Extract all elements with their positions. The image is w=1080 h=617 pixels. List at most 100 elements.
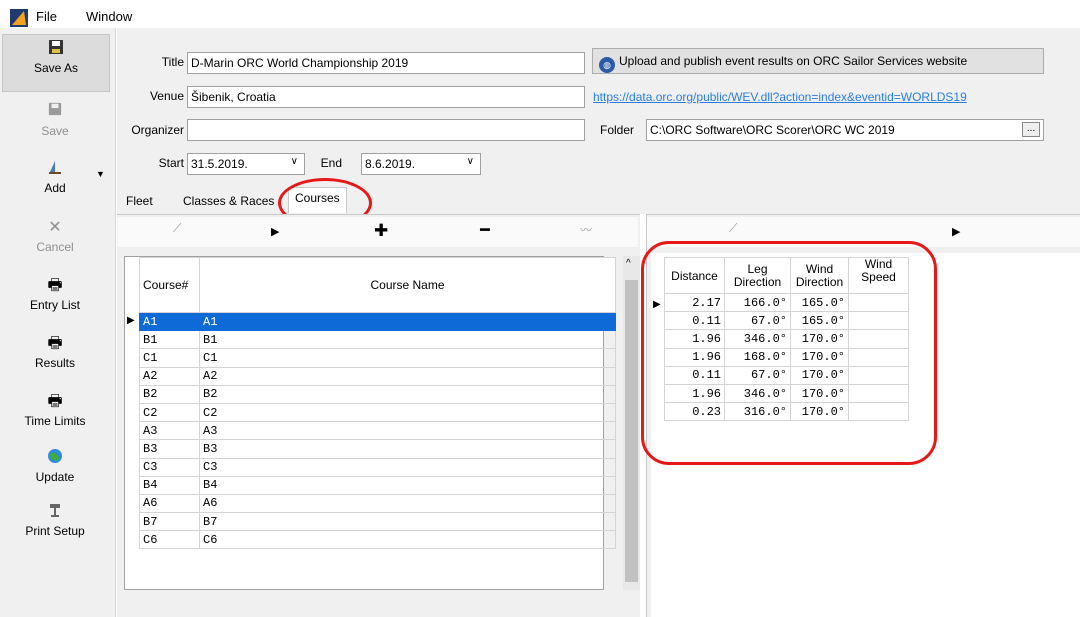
table-row[interactable]: B7 B7 (139, 512, 616, 532)
table-row[interactable]: C2 C2 (139, 402, 616, 423)
course-num-cell[interactable]: A2 (139, 366, 200, 386)
distance-cell[interactable]: 1.96 (664, 383, 725, 404)
add-button[interactable]: Add (0, 159, 110, 195)
table-row[interactable]: A3 A3 (139, 421, 616, 441)
cancel-button[interactable]: ✕ Cancel (0, 218, 110, 254)
course-name-cell[interactable]: B2 (199, 384, 616, 404)
leg-direction-cell[interactable]: 67.0° (724, 311, 791, 331)
table-row[interactable]: B4 B4 (139, 475, 616, 495)
leg-direction-header[interactable]: Leg Direction (724, 257, 791, 294)
tab-fleet[interactable]: Fleet (120, 191, 159, 213)
course-num-cell[interactable]: C2 (139, 402, 200, 423)
upload-results-button[interactable]: ◍ Upload and publish event results on ORC… (592, 48, 1044, 74)
course-num-cell[interactable]: A6 (139, 493, 200, 514)
table-row[interactable]: 2.17 166.0° 165.0° (664, 292, 909, 313)
course-num-header[interactable]: Course# (139, 257, 200, 313)
post-icon[interactable]: 〰 (580, 221, 592, 238)
distance-cell[interactable]: 0.11 (664, 311, 725, 331)
browse-folder-button[interactable]: ... (1022, 122, 1040, 137)
wind-direction-cell[interactable]: 165.0° (790, 311, 849, 331)
event-results-link[interactable]: https://data.orc.org/public/WEV.dll?acti… (593, 90, 967, 104)
course-num-cell[interactable]: A1 (139, 311, 200, 332)
tab-classes-races[interactable]: Classes & Races (177, 191, 280, 213)
wind-direction-cell[interactable]: 170.0° (790, 329, 849, 349)
course-name-cell[interactable]: C2 (199, 402, 616, 423)
leg-direction-cell[interactable]: 168.0° (724, 347, 791, 367)
entry-list-button[interactable]: 🖶 Entry List (0, 276, 110, 312)
wind-speed-header[interactable]: Wind Speed (848, 257, 909, 294)
print-setup-button[interactable]: Print Setup (0, 502, 110, 538)
add-dropdown-arrow-icon[interactable]: ▼ (96, 169, 105, 179)
chevron-down-icon[interactable]: ∨ (467, 156, 474, 167)
course-num-cell[interactable]: B3 (139, 439, 200, 459)
distance-header[interactable]: Distance (664, 257, 725, 294)
leg-direction-cell[interactable]: 316.0° (724, 402, 791, 422)
course-name-cell[interactable]: A6 (199, 493, 616, 514)
save-as-button[interactable]: Save As (2, 34, 110, 92)
table-row[interactable]: 1.96 168.0° 170.0° (664, 347, 909, 367)
course-name-cell[interactable]: A3 (199, 421, 616, 441)
course-name-cell[interactable]: B1 (199, 330, 616, 350)
course-num-cell[interactable]: B4 (139, 475, 200, 495)
organizer-field[interactable] (187, 119, 585, 141)
courses-scrollbar[interactable]: ^ (623, 256, 640, 590)
table-row[interactable]: 1.96 346.0° 170.0° (664, 383, 909, 404)
course-name-cell[interactable]: C3 (199, 457, 616, 477)
distance-cell[interactable]: 1.96 (664, 347, 725, 367)
menu-window[interactable]: Window (86, 9, 132, 24)
distance-cell[interactable]: 0.11 (664, 365, 725, 385)
leg-direction-cell[interactable]: 346.0° (724, 329, 791, 349)
title-field[interactable]: D-Marin ORC World Championship 2019 (187, 52, 585, 74)
course-name-cell[interactable]: C1 (199, 348, 616, 368)
course-name-header[interactable]: Course Name (199, 257, 616, 313)
course-num-cell[interactable]: A3 (139, 421, 200, 441)
folder-field[interactable]: C:\ORC Software\ORC Scorer\ORC WC 2019 .… (646, 119, 1044, 141)
wind-speed-cell[interactable] (848, 365, 909, 385)
wind-direction-cell[interactable]: 170.0° (790, 347, 849, 367)
table-row[interactable]: C6 C6 (139, 530, 616, 550)
course-num-cell[interactable]: C6 (139, 530, 200, 550)
leg-direction-cell[interactable]: 346.0° (724, 383, 791, 404)
course-name-cell[interactable]: B3 (199, 439, 616, 459)
end-date-picker[interactable]: 8.6.2019. ∨ (361, 153, 481, 175)
table-row[interactable]: C3 C3 (139, 457, 616, 477)
distance-cell[interactable]: 2.17 (664, 292, 725, 313)
wind-direction-header[interactable]: Wind Direction (790, 257, 849, 294)
tab-courses[interactable]: Courses (288, 187, 347, 213)
leg-direction-cell[interactable]: 166.0° (724, 292, 791, 313)
course-name-cell[interactable]: B7 (199, 512, 616, 532)
wind-speed-cell[interactable] (848, 329, 909, 349)
course-name-cell[interactable]: B4 (199, 475, 616, 495)
venue-field[interactable]: Šibenik, Croatia (187, 86, 585, 108)
results-button[interactable]: 🖶 Results (0, 334, 110, 370)
update-button[interactable]: Update (0, 448, 110, 484)
table-row[interactable]: A2 A2 (139, 366, 616, 386)
chevron-down-icon[interactable]: ∨ (291, 156, 298, 167)
course-name-cell[interactable]: A1 (199, 311, 616, 332)
wind-direction-cell[interactable]: 165.0° (790, 292, 849, 313)
scrollbar-thumb[interactable] (625, 280, 638, 582)
distance-cell[interactable]: 0.23 (664, 402, 725, 422)
course-num-cell[interactable]: C1 (139, 348, 200, 368)
menu-file[interactable]: File (36, 9, 57, 24)
wind-speed-cell[interactable] (848, 383, 909, 404)
add-row-icon[interactable]: ✚ (374, 221, 388, 241)
table-row[interactable]: A6 A6 (139, 493, 616, 514)
save-button[interactable]: Save (0, 102, 110, 138)
table-row[interactable]: 0.11 67.0° 170.0° (664, 365, 909, 385)
table-row[interactable]: B3 B3 (139, 439, 616, 459)
table-row[interactable]: 0.11 67.0° 165.0° (664, 311, 909, 331)
table-row[interactable]: A1 A1 (139, 311, 616, 332)
wind-speed-cell[interactable] (848, 347, 909, 367)
course-num-cell[interactable]: B1 (139, 330, 200, 350)
table-row[interactable]: B1 B1 (139, 330, 616, 350)
time-limits-button[interactable]: 🖶 Time Limits (0, 392, 110, 428)
wind-speed-cell[interactable] (848, 402, 909, 422)
table-row[interactable]: B2 B2 (139, 384, 616, 404)
course-name-cell[interactable]: A2 (199, 366, 616, 386)
wind-direction-cell[interactable]: 170.0° (790, 365, 849, 385)
edit-icon[interactable]: ⟋ (173, 221, 181, 236)
wind-speed-cell[interactable] (848, 292, 909, 313)
table-row[interactable]: C1 C1 (139, 348, 616, 368)
chevron-up-icon[interactable]: ^ (626, 258, 631, 269)
